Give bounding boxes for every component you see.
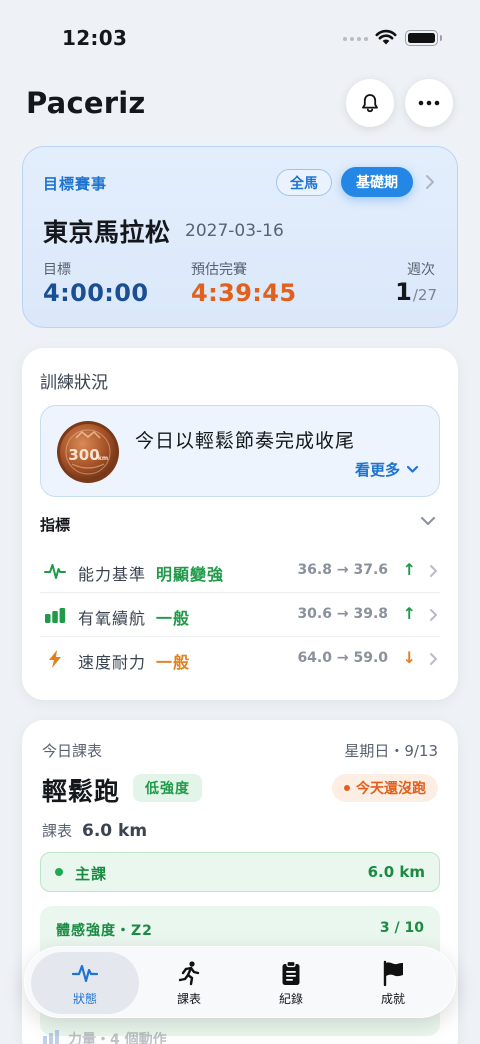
signal-dots-icon [343,37,368,41]
metrics-title: 指標 [40,516,71,534]
week-total: /27 [412,286,437,304]
tab-label: 成就 [380,991,405,1006]
tab-plan[interactable]: 課表 [135,952,243,1014]
target-time: 4:00:00 [43,279,149,307]
medal-unit: km [98,455,108,462]
arrow-up-icon: ↑ [402,604,416,623]
predicted-time: 4:39:45 [191,279,297,307]
app-title: Paceriz [26,86,146,120]
plan-date: 星期日・9/13 [344,742,438,760]
main-session-value: 6.0 km [367,863,425,881]
tab-label: 課表 [176,991,201,1006]
distance-medal-icon: 300 km [57,421,119,483]
main-session-label: 主課 [75,865,108,883]
battery-icon [405,30,442,46]
lightning-icon [49,650,61,668]
metric-row-ability[interactable]: 能力基準 明顯變強 36.8 → 37.6 ↑ [40,549,440,593]
main-dot-icon [55,868,63,876]
metric-status: 一般 [156,609,191,628]
metric-range: 30.6 → 39.8 [297,606,388,622]
see-more-label: 看更多 [355,461,401,479]
chevron-down-icon [406,465,419,473]
bell-icon [362,94,378,113]
metric-name: 速度耐力 [78,653,147,672]
main-session-bar[interactable]: 主課 6.0 km [40,852,440,892]
race-name: 東京馬拉松 [43,218,171,247]
status-bar: 12:03 [0,0,480,78]
target-label: 目標 [43,262,71,278]
training-title: 訓練狀況 [40,373,108,393]
flag-icon [383,960,403,986]
phase-tag: 基礎期 [341,167,413,197]
bar-chart-icon [45,608,66,623]
predicted-label: 預估完賽 [191,262,247,278]
effort-label: 體感強度・Z2 [56,923,153,939]
plan-distance-value: 6.0 km [82,821,148,841]
week-label: 週次 [407,262,435,278]
metric-range: 64.0 → 59.0 [297,650,388,666]
metric-name: 能力基準 [78,565,147,584]
not-run-label: 今天還沒跑 [356,781,426,797]
metric-row-speed[interactable]: 速度耐力 一般 64.0 → 59.0 ↓ [40,637,440,681]
tab-bar: 狀態 課表 紀錄 成就 [24,946,456,1018]
metric-row-aerobic[interactable]: 有氧續航 一般 30.6 → 39.8 ↑ [40,593,440,637]
not-run-badge: 今天還沒跑 [332,774,438,802]
medal-value: 300 [68,446,99,464]
ellipsis-icon [418,100,440,106]
plan-distance: 課表 6.0 km [42,820,147,841]
chevron-right-icon [426,175,434,189]
metric-status: 明顯變強 [156,565,225,584]
race-date: 2027-03-16 [185,221,284,241]
tab-records[interactable]: 紀錄 [237,952,345,1014]
arrow-down-icon: ↓ [402,648,416,667]
week-progress: 1 /27 [395,278,437,306]
wifi-icon [375,29,397,45]
training-status-card: 訓練狀況 300 km 今日以輕鬆節奏完成收尾 看更多 指標 能力基準 明顯變強… [22,348,458,700]
see-more-button[interactable]: 看更多 [355,459,419,480]
clipboard-icon [282,960,300,985]
metric-status: 一般 [156,653,191,672]
plan-distance-label: 課表 [42,822,73,840]
strength-label: 力量・4 個動作 [68,1032,167,1044]
heartbeat-icon [44,564,66,579]
chevron-right-icon [430,565,437,577]
tab-status[interactable]: 狀態 [31,952,139,1014]
goal-race-card[interactable]: 目標賽事 全馬 基礎期 東京馬拉松 2027-03-16 目標 4:00:00 … [22,146,458,328]
distance-tag: 全馬 [276,169,332,196]
chevron-right-icon [430,609,437,621]
runner-icon [178,960,200,985]
plan-label: 今日課表 [42,742,103,760]
effort-value: 3 / 10 [379,920,424,936]
goal-label: 目標賽事 [43,175,108,193]
more-button[interactable] [405,79,453,127]
tab-achievements[interactable]: 成就 [339,952,447,1014]
tab-label: 狀態 [72,991,97,1006]
intensity-badge: 低強度 [133,774,202,802]
strength-row: 力量・4 個動作 [42,1029,167,1044]
metric-range: 36.8 → 37.6 [297,562,388,578]
bar-chart-icon [43,1030,59,1044]
metric-name: 有氧續航 [78,609,147,628]
week-current: 1 [395,278,412,306]
chevron-down-icon[interactable] [420,516,436,526]
arrow-up-icon: ↑ [402,560,416,579]
tab-label: 紀錄 [278,991,303,1006]
status-dot-icon [344,785,350,791]
notifications-button[interactable] [346,79,394,127]
chevron-right-icon [430,653,437,665]
status-time: 12:03 [62,26,128,50]
heartbeat-icon [72,964,98,982]
training-summary-box[interactable]: 300 km 今日以輕鬆節奏完成收尾 看更多 [40,405,440,497]
training-summary-text: 今日以輕鬆節奏完成收尾 [135,430,356,452]
plan-name: 輕鬆跑 [42,777,121,806]
